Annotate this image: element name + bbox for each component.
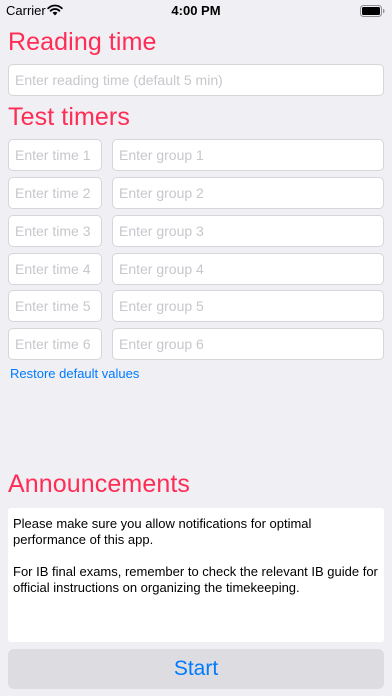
announcements-text-area[interactable]: Please make sure you allow notifications… — [8, 508, 384, 642]
reading-time-title: Reading time — [8, 28, 157, 56]
announcements-title: Announcements — [8, 470, 190, 498]
app-screen: Carrier 4:00 PM Reading time Test timers… — [0, 0, 392, 696]
group-input-4[interactable] — [112, 253, 384, 285]
group-input-6[interactable] — [112, 328, 384, 360]
battery-full-icon — [360, 5, 385, 17]
group-input-1[interactable] — [112, 139, 384, 171]
clock: 4:00 PM — [171, 3, 221, 18]
start-button[interactable]: Start — [8, 649, 384, 689]
restore-defaults-button[interactable]: Restore default values — [10, 366, 139, 381]
time-input-6[interactable] — [8, 328, 102, 360]
group-input-2[interactable] — [112, 177, 384, 209]
time-input-4[interactable] — [8, 253, 102, 285]
reading-time-input[interactable] — [8, 64, 384, 96]
time-input-2[interactable] — [8, 177, 102, 209]
time-input-5[interactable] — [8, 290, 102, 322]
status-bar: Carrier 4:00 PM — [0, 0, 392, 22]
time-input-3[interactable] — [8, 215, 102, 247]
test-timers-title: Test timers — [8, 103, 130, 131]
time-input-1[interactable] — [8, 139, 102, 171]
announcement-paragraph: For IB final exams, remember to check th… — [13, 564, 378, 595]
group-input-3[interactable] — [112, 215, 384, 247]
announcement-paragraph: Please make sure you allow notifications… — [13, 516, 312, 547]
group-input-5[interactable] — [112, 290, 384, 322]
